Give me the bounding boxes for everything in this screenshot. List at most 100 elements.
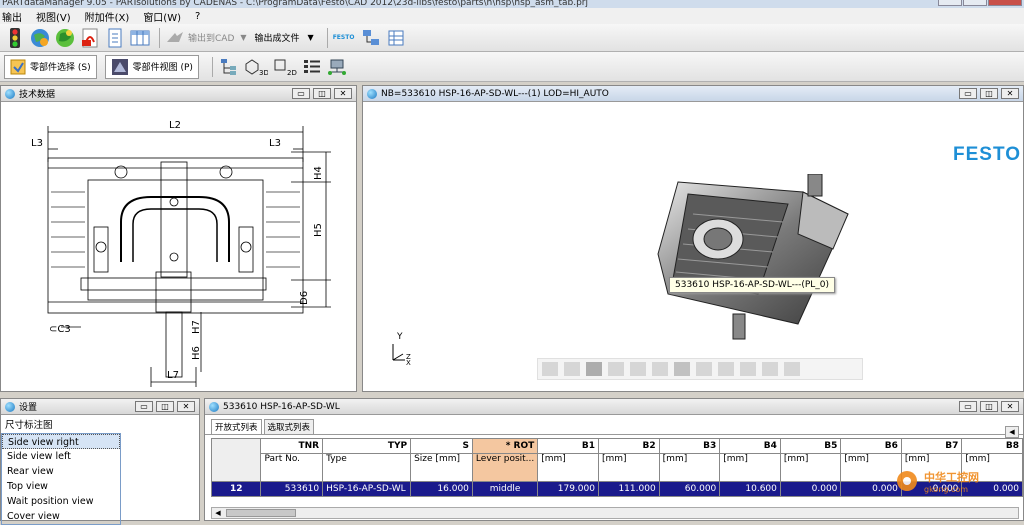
- minimize-button[interactable]: ▭: [959, 401, 977, 412]
- pdf-icon[interactable]: [79, 27, 101, 49]
- table-cell[interactable]: 60.000: [658, 481, 721, 497]
- list-icon[interactable]: [301, 56, 323, 78]
- rotate-icon[interactable]: [630, 362, 646, 376]
- list-item[interactable]: Rear view: [2, 464, 120, 479]
- traffic-light-icon[interactable]: [4, 27, 26, 49]
- tech-data-panel: 技术数据 ▭ ◫ ✕ L2 L3 L3 H4 H5 D6 H7 H6 L7 ⊂C…: [0, 85, 357, 392]
- table-cell[interactable]: 10.600: [719, 481, 781, 497]
- view-tool-icon[interactable]: [696, 362, 712, 376]
- restore-button[interactable]: ◫: [980, 88, 998, 99]
- restore-button[interactable]: ◫: [156, 401, 174, 412]
- view-tool-icon[interactable]: [718, 362, 734, 376]
- restore-button[interactable]: ◫: [313, 88, 331, 99]
- close-button[interactable]: [988, 0, 1022, 6]
- column-header[interactable]: * ROT: [471, 438, 539, 454]
- minimize-button[interactable]: ▭: [959, 88, 977, 99]
- network-icon[interactable]: [360, 27, 382, 49]
- close-button[interactable]: ✕: [1001, 401, 1019, 412]
- table-icon[interactable]: [129, 27, 151, 49]
- export-cad-button[interactable]: 输出到CAD ▼: [165, 30, 247, 46]
- column-header[interactable]: TNR: [260, 438, 324, 454]
- document-icon[interactable]: [104, 27, 126, 49]
- tab-select-list[interactable]: 选取式列表: [263, 419, 315, 434]
- menu-view[interactable]: 视图(V): [36, 9, 71, 24]
- dim-c3: ⊂C3: [49, 324, 71, 335]
- tree-icon[interactable]: [218, 56, 240, 78]
- column-header[interactable]: B4: [719, 438, 781, 454]
- close-button[interactable]: ✕: [177, 401, 195, 412]
- axis-lines: [392, 344, 405, 361]
- scroll-left-icon[interactable]: ◀: [212, 508, 224, 518]
- column-header[interactable]: B7: [900, 438, 963, 454]
- close-button[interactable]: ✕: [1001, 88, 1019, 99]
- scrollbar-thumb[interactable]: [226, 509, 296, 517]
- view-2d-icon[interactable]: 2D: [272, 56, 298, 78]
- table-cell[interactable]: 0.000: [779, 481, 842, 497]
- part-select-button[interactable]: 零部件选择 (S): [4, 54, 97, 79]
- menu-window[interactable]: 窗口(W): [143, 9, 181, 24]
- measure-icon[interactable]: [674, 362, 690, 376]
- view-tool-icon[interactable]: [762, 362, 778, 376]
- minimize-button[interactable]: [938, 0, 962, 6]
- table-cell[interactable]: middle: [471, 481, 539, 497]
- view-3d-title: NB=533610 HSP-16-AP-SD-WL---(1) LOD=HI_A…: [381, 88, 609, 99]
- list-item[interactable]: Top view: [2, 479, 120, 494]
- table-cell[interactable]: HSP-16-AP-SD-WL: [322, 481, 412, 497]
- menu-output[interactable]: 输出: [2, 9, 22, 24]
- list-item[interactable]: Cover view: [2, 509, 120, 524]
- toolbar-separator: [211, 56, 213, 77]
- table-cell[interactable]: 179.000: [537, 481, 599, 497]
- menu-help[interactable]: ?: [195, 11, 200, 22]
- menu-addons[interactable]: 附加件(X): [85, 9, 130, 24]
- table-cell[interactable]: 16.000: [410, 481, 473, 497]
- export-file-button[interactable]: 输出成文件 ▼: [255, 31, 314, 44]
- dim-h7: H7: [191, 320, 202, 334]
- close-button[interactable]: ✕: [334, 88, 352, 99]
- column-header[interactable]: B3: [658, 438, 721, 454]
- view-3d-icon[interactable]: 3D: [243, 56, 269, 78]
- export-arrow-icon: [167, 31, 183, 42]
- column-header[interactable]: S: [410, 438, 473, 454]
- restore-button[interactable]: ◫: [980, 401, 998, 412]
- row-index[interactable]: 12: [210, 481, 262, 497]
- dim-d6: D6: [299, 291, 310, 305]
- horizontal-scrollbar[interactable]: ◀: [211, 507, 1019, 519]
- list-item[interactable]: Side view right: [2, 434, 120, 449]
- pan-icon[interactable]: [652, 362, 668, 376]
- scroll-left-icon[interactable]: ◀: [1005, 426, 1019, 438]
- zoom-icon[interactable]: [608, 362, 624, 376]
- column-header[interactable]: TYP: [322, 438, 412, 454]
- column-header[interactable]: B6: [840, 438, 902, 454]
- maximize-button[interactable]: [963, 0, 987, 6]
- list-item[interactable]: Side view left: [2, 449, 120, 464]
- export-cad-label: 输出到CAD: [188, 34, 235, 44]
- column-header[interactable]: B2: [597, 438, 660, 454]
- table-cell[interactable]: 533610: [260, 481, 324, 497]
- column-header[interactable]: B5: [779, 438, 842, 454]
- settings-section-label: 尺寸标注图: [5, 420, 53, 431]
- chevron-down-icon[interactable]: ▼: [308, 33, 314, 42]
- festo-small-logo[interactable]: FESTO: [333, 34, 355, 41]
- settings-header: 设置 ▭ ◫ ✕: [1, 399, 199, 415]
- list-item[interactable]: Wait position view: [2, 494, 120, 509]
- tab-open-list[interactable]: 开放式列表: [211, 419, 262, 434]
- cylinder-icon[interactable]: [586, 362, 602, 376]
- minimize-button[interactable]: ▭: [135, 401, 153, 412]
- minimize-button[interactable]: ▭: [292, 88, 310, 99]
- view-tool-icon[interactable]: [784, 362, 800, 376]
- column-header[interactable]: B8: [961, 438, 1023, 454]
- part-view-button[interactable]: 零部件视图 (P): [104, 54, 199, 79]
- view-tool-icon[interactable]: [564, 362, 580, 376]
- view-tool-icon[interactable]: [740, 362, 756, 376]
- part-3d-model[interactable]: [648, 174, 858, 344]
- globe-icon[interactable]: [29, 27, 51, 49]
- globe-green-icon[interactable]: [54, 27, 76, 49]
- watermark: 中华工控网 gkong.com: [893, 467, 979, 495]
- table-cell[interactable]: 111.000: [597, 481, 660, 497]
- gear-icon: [897, 471, 917, 491]
- chevron-down-icon[interactable]: ▼: [240, 33, 246, 42]
- view-tool-icon[interactable]: [542, 362, 558, 376]
- column-header[interactable]: B1: [537, 438, 599, 454]
- grid-icon[interactable]: [385, 27, 407, 49]
- network-part-icon[interactable]: [326, 56, 348, 78]
